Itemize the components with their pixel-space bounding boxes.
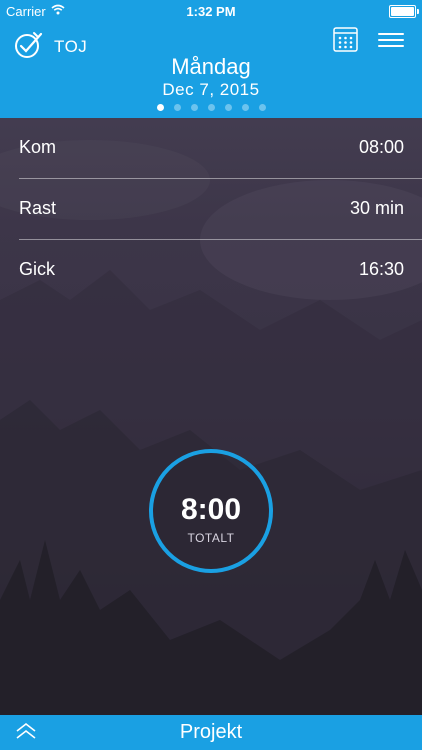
calendar-button[interactable] (333, 27, 358, 52)
page-dot (173, 104, 181, 111)
row-kom[interactable]: Kom 08:00 (19, 118, 404, 178)
row-rast[interactable]: Rast 30 min (19, 179, 404, 239)
calendar-grid-icon (333, 27, 358, 52)
row-gick[interactable]: Gick 16:30 (19, 240, 404, 300)
page-dot (258, 104, 266, 111)
row-label: Rast (19, 198, 57, 218)
total-time: 8:00 (180, 493, 242, 526)
page-dot (224, 104, 232, 111)
page-indicator[interactable] (0, 104, 422, 111)
header-bar: Carrier 1:32 PM TOJ Måndag Dec 7, 2015 (0, 0, 422, 118)
day-date: Dec 7, 2015 (162, 80, 260, 99)
battery-icon (389, 5, 419, 18)
total-circle[interactable]: 8:00 TOTALT (147, 447, 275, 575)
row-label: Gick (19, 259, 55, 279)
row-value: 08:00 (358, 137, 404, 157)
row-label: Kom (19, 137, 57, 157)
status-bar: Carrier 1:32 PM (0, 0, 422, 22)
row-value: 30 min (349, 198, 404, 218)
page-dot (156, 104, 164, 111)
page-dot (241, 104, 249, 111)
page-dot (190, 104, 198, 111)
project-bar[interactable]: Projekt (0, 715, 422, 750)
project-label: Projekt (179, 721, 243, 743)
row-value: 16:30 (358, 259, 404, 279)
total-label: TOTALT (187, 531, 235, 545)
status-time: 1:32 PM (186, 4, 236, 19)
page-dot (207, 104, 215, 111)
day-title[interactable]: Måndag (0, 54, 422, 80)
hamburger-menu-icon[interactable] (378, 33, 404, 47)
